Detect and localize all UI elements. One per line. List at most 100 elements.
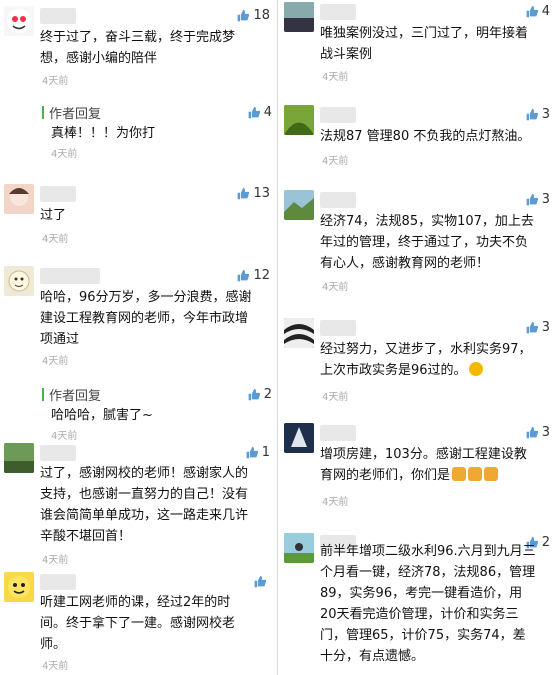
- username[interactable]: [320, 107, 356, 123]
- like-count: 3: [541, 424, 550, 440]
- grin-emoji-icon: [468, 362, 483, 376]
- like-button[interactable]: 3: [525, 318, 550, 336]
- comment-text: 哈哈，96分万岁，多一分浪费，感谢 建设工程教育网的老师，今年市政增 项通过: [40, 290, 252, 347]
- reply-time: 4天前: [51, 431, 78, 442]
- like-button[interactable]: [253, 572, 270, 590]
- reply-text: 哈哈哈，腻害了~: [51, 408, 153, 423]
- username[interactable]: [40, 445, 76, 461]
- avatar[interactable]: [4, 443, 34, 473]
- like-button[interactable]: 4: [247, 103, 272, 121]
- comment: 1 过了，感谢网校的老师！感谢家人的 支持，也感谢一直努力的自己！没有 谁会简简…: [0, 443, 278, 566]
- comment-text: 法规87 管理80 不负我的点灯熬油。: [320, 129, 531, 144]
- comment-time: 4天前: [42, 234, 69, 245]
- like-count: 1: [261, 444, 270, 460]
- avatar[interactable]: [284, 318, 314, 348]
- thumb-up-icon: [248, 388, 260, 400]
- like-button[interactable]: 12: [236, 266, 270, 284]
- comment-time: 4天前: [42, 356, 69, 367]
- like-count: 2: [263, 386, 272, 402]
- avatar[interactable]: [4, 266, 34, 296]
- avatar[interactable]: [284, 533, 314, 563]
- reply-bar: [42, 105, 44, 119]
- comment-time: 4天前: [322, 497, 349, 508]
- like-count: 4: [541, 3, 550, 19]
- reply-tag: 作者回复: [49, 388, 102, 404]
- comment: 12 哈哈，96分万岁，多一分浪费，感谢 建设工程教育网的老师，今年市政增 项通…: [0, 266, 278, 367]
- thumb-up-icon: [526, 108, 538, 120]
- comment: 3 法规87 管理80 不负我的点灯熬油。 4天前: [280, 105, 558, 167]
- like-button[interactable]: 2: [247, 385, 272, 403]
- like-button[interactable]: 13: [236, 184, 270, 202]
- comment-time: 4天前: [322, 392, 349, 403]
- thumb-up-icon: [254, 575, 266, 587]
- like-button[interactable]: 3: [525, 190, 550, 208]
- like-count: 3: [541, 191, 550, 207]
- username[interactable]: [320, 192, 356, 208]
- author-reply: 作者回复 2 哈哈哈，腻害了~ 4天前: [42, 385, 272, 442]
- thumb-up-icon: [526, 426, 538, 438]
- comment: 2 前半年增项二级水利96.六月到九月三 个月看一键，经济78，法规86，管理 …: [280, 533, 558, 673]
- thumb-up-icon: [526, 321, 538, 333]
- like-count: 3: [541, 319, 550, 335]
- comment-text: 经济74，法规85，实物107，加上去 年过的管理，终于通过了，功夫不负 有心人…: [320, 214, 534, 271]
- comment-text-content: 经过努力，又进步了，水利实务97， 上次市政实务是96过的。: [320, 342, 532, 378]
- like-button[interactable]: 18: [236, 6, 270, 24]
- username[interactable]: [320, 320, 356, 336]
- avatar[interactable]: [4, 572, 34, 602]
- comment: 听建工网老师的课，经过2年的时 间。终于拿下了一建。感谢网校老 师。 4天前: [0, 572, 278, 672]
- thumb-up-icon: [526, 5, 538, 17]
- comment: 4 唯独案例没过，三门过了，明年接着 战斗案例 4天前: [280, 2, 558, 84]
- comment-time: 4天前: [322, 282, 349, 293]
- reply-text: 真棒！！！为你打: [51, 126, 156, 141]
- like-count: 18: [253, 7, 270, 23]
- comment-time: 4天前: [42, 661, 69, 672]
- comment-text: 听建工网老师的课，经过2年的时 间。终于拿下了一建。感谢网校老 师。: [40, 595, 236, 652]
- avatar[interactable]: [284, 190, 314, 220]
- thumb-up-icon: [526, 193, 538, 205]
- comment-text: 增项房建，103分。感谢工程建设教 育网的老师们，你们是: [320, 444, 550, 486]
- comment-text: 前半年增项二级水利96.六月到九月三 个月看一键，经济78，法规86，管理 89…: [320, 544, 536, 664]
- like-count: 3: [541, 106, 550, 122]
- avatar[interactable]: [4, 184, 34, 214]
- like-button[interactable]: 3: [525, 105, 550, 123]
- reply-bar: [42, 387, 44, 401]
- username[interactable]: [320, 4, 356, 20]
- comment: 13 过了 4天前: [0, 184, 278, 245]
- like-count: 12: [253, 267, 270, 283]
- username[interactable]: [320, 425, 356, 441]
- avatar[interactable]: [284, 423, 314, 453]
- thumbs-up-emoji-icon: [484, 467, 499, 481]
- comment-text: 过了，感谢网校的老师！感谢家人的 支持，也感谢一直努力的自己！没有 谁会简简单单…: [40, 466, 249, 544]
- comment: 3 经济74，法规85，实物107，加上去 年过的管理，终于通过了，功夫不负 有…: [280, 190, 558, 295]
- username[interactable]: [40, 186, 76, 202]
- reply-tag: 作者回复: [49, 106, 102, 122]
- avatar[interactable]: [284, 105, 314, 135]
- like-count: 4: [263, 104, 272, 120]
- thumb-up-icon: [238, 9, 250, 21]
- username[interactable]: [40, 8, 76, 24]
- comment-text: 唯独案例没过，三门过了，明年接着 战斗案例: [320, 26, 529, 62]
- avatar[interactable]: [284, 2, 314, 32]
- comment-text: 经过努力，又进步了，水利实务97， 上次市政实务是96过的。: [320, 339, 550, 381]
- comment-time: 4天前: [322, 72, 349, 83]
- comment-time: 4天前: [42, 76, 69, 87]
- like-button[interactable]: 3: [525, 423, 550, 441]
- thumbs-up-emoji-icon: [468, 467, 483, 481]
- author-reply: 作者回复 4 真棒！！！为你打 4天前: [42, 103, 272, 160]
- comment-text: 过了: [40, 208, 67, 223]
- comment: 3 经过努力，又进步了，水利实务97， 上次市政实务是96过的。 4天前: [280, 318, 558, 418]
- like-button[interactable]: 1: [245, 443, 270, 461]
- comment-text: 终于过了，奋斗三载，终于完成梦 想，感谢小编的陪伴: [40, 30, 236, 66]
- username[interactable]: [40, 268, 100, 284]
- comment-time: 4天前: [42, 555, 69, 566]
- like-count: 13: [253, 185, 270, 201]
- username[interactable]: [40, 574, 76, 590]
- thumb-up-icon: [238, 269, 250, 281]
- comment: 18 终于过了，奋斗三载，终于完成梦 想，感谢小编的陪伴 4天前: [0, 6, 278, 90]
- like-button[interactable]: 4: [525, 2, 550, 20]
- reply-time: 4天前: [51, 149, 78, 160]
- thumb-up-icon: [248, 106, 260, 118]
- thumb-up-icon: [238, 187, 250, 199]
- comment: 3 增项房建，103分。感谢工程建设教 育网的老师们，你们是 4天前: [280, 423, 558, 523]
- avatar[interactable]: [4, 6, 34, 36]
